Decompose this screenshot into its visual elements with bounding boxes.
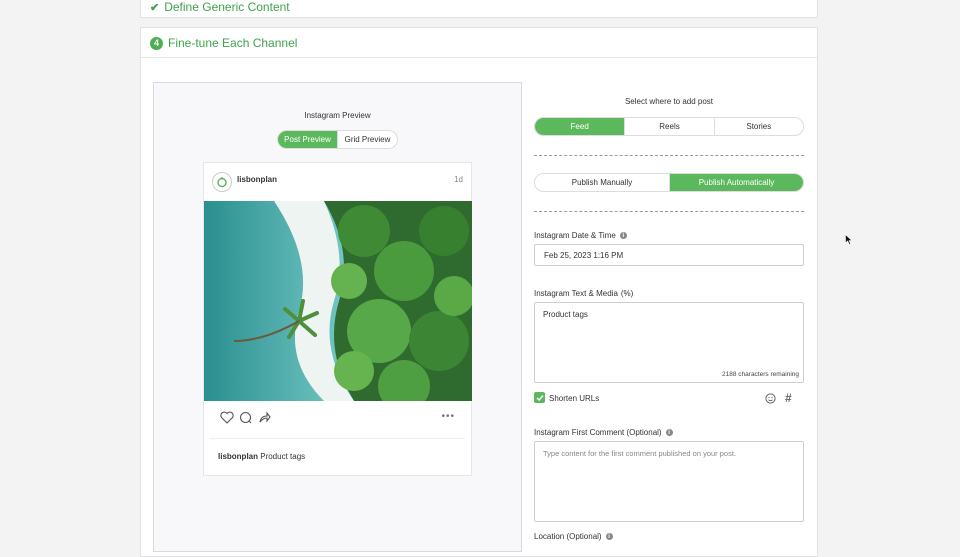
check-icon: ✔: [150, 1, 160, 14]
tab-grid-preview[interactable]: Grid Preview: [337, 131, 397, 148]
section-title: Fine-tune Each Channel: [168, 36, 298, 50]
caption-username: lisbonplan: [218, 452, 258, 461]
emoji-icon[interactable]: [765, 393, 776, 404]
post-divider: [210, 438, 465, 439]
option-stories[interactable]: Stories: [713, 118, 803, 135]
hashtag-icon[interactable]: #: [785, 391, 792, 405]
option-publish-automatically[interactable]: Publish Automatically: [669, 174, 803, 191]
section-define-generic-content[interactable]: ✔ Define Generic Content: [140, 0, 818, 18]
instagram-post-card: lisbonplan 1d ••• lisbonplan Product tag…: [203, 162, 472, 476]
divider: [534, 155, 804, 156]
first-comment-label-text: Instagram First Comment (Optional): [534, 428, 662, 437]
post-image: [204, 201, 472, 401]
preview-tabs: Post Preview Grid Preview: [277, 130, 398, 149]
option-feed[interactable]: Feed: [535, 118, 625, 135]
text-media-value: Product tags: [543, 310, 588, 319]
info-icon[interactable]: i: [619, 232, 627, 239]
checkmark-icon: [536, 394, 544, 401]
option-publish-manually[interactable]: Publish Manually: [535, 174, 669, 191]
avatar: [212, 172, 232, 192]
step-number-badge: 4: [150, 36, 163, 50]
text-media-label-text: Instagram Text & Media: [534, 289, 618, 298]
section-divider: [141, 57, 817, 58]
date-time-label-text: Instagram Date & Time: [534, 231, 616, 240]
info-icon[interactable]: i: [665, 429, 673, 436]
caption-text: Product tags: [260, 452, 306, 461]
text-media-label-suffix: (%): [620, 289, 634, 298]
option-reels[interactable]: Reels: [624, 118, 713, 135]
tab-post-preview[interactable]: Post Preview: [278, 131, 337, 148]
date-time-input[interactable]: Feb 25, 2023 1:16 PM: [534, 244, 804, 266]
post-username: lisbonplan: [237, 175, 277, 184]
text-media-label: Instagram Text & Media (%): [534, 289, 633, 298]
where-to-post-selector: Feed Reels Stories: [534, 117, 804, 136]
first-comment-label: Instagram First Comment (Optional) i: [534, 428, 673, 437]
text-media-textarea[interactable]: Product tags 2188 characters remaining: [534, 302, 804, 383]
date-time-label: Instagram Date & Time i: [534, 231, 627, 240]
shorten-urls-checkbox[interactable]: [534, 392, 545, 403]
info-icon[interactable]: i: [605, 533, 613, 540]
comment-icon[interactable]: [239, 411, 252, 424]
post-caption: lisbonplan Product tags: [218, 452, 305, 461]
post-time: 1d: [454, 175, 463, 184]
first-comment-placeholder: Type content for the first comment publi…: [543, 449, 737, 458]
publish-mode-selector: Publish Manually Publish Automatically: [534, 173, 804, 192]
mouse-cursor-icon: [845, 234, 853, 245]
shorten-urls-label[interactable]: Shorten URLs: [549, 394, 599, 403]
more-options-icon[interactable]: •••: [441, 411, 455, 422]
share-icon[interactable]: [258, 411, 271, 424]
first-comment-textarea[interactable]: Type content for the first comment publi…: [534, 441, 804, 522]
section-title: Define Generic Content: [164, 0, 290, 14]
divider: [534, 211, 804, 212]
date-time-value: Feb 25, 2023 1:16 PM: [544, 251, 624, 260]
preview-title: Instagram Preview: [304, 111, 371, 120]
heart-icon[interactable]: [220, 411, 234, 424]
where-label: Select where to add post: [624, 97, 714, 106]
chars-remaining: 2188 characters remaining: [722, 371, 799, 378]
